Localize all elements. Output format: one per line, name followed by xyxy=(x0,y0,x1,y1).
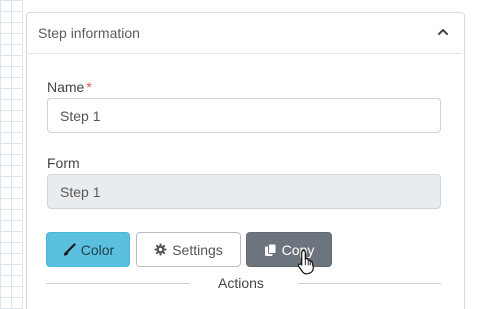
color-button[interactable]: Color xyxy=(46,232,130,267)
panel-header[interactable]: Step information xyxy=(27,13,462,54)
step-information-panel: Step information Name* Form Color xyxy=(26,12,465,309)
form-input xyxy=(47,174,441,209)
actions-divider-label: Actions xyxy=(218,275,264,291)
chevron-up-icon[interactable] xyxy=(436,25,450,39)
actions-divider-right xyxy=(298,283,441,284)
paint-brush-icon xyxy=(63,242,76,256)
copy-button-label: Copy xyxy=(281,241,315,258)
actions-divider-left xyxy=(46,283,190,284)
settings-button-label: Settings xyxy=(172,241,223,258)
color-button-label: Color xyxy=(80,241,115,258)
workflow-canvas-grid xyxy=(0,0,23,309)
step-editor-screen: Step information Name* Form Color xyxy=(0,0,487,309)
required-mark: * xyxy=(86,79,92,95)
copy-icon xyxy=(264,243,277,256)
copy-button[interactable]: Copy xyxy=(246,232,332,267)
name-field-label: Name * xyxy=(47,79,92,95)
name-input[interactable] xyxy=(47,98,441,133)
name-label-text: Name xyxy=(47,79,85,95)
gear-icon xyxy=(154,243,167,256)
settings-button[interactable]: Settings xyxy=(136,232,241,267)
panel-title: Step information xyxy=(38,25,140,41)
form-field-label: Form xyxy=(47,155,80,171)
